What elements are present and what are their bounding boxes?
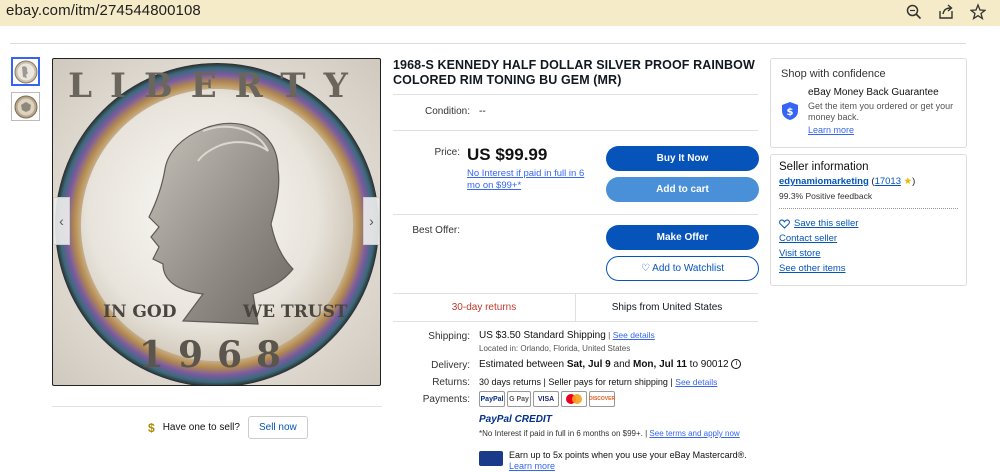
paypal-credit-logo: PayPal CREDIT (479, 414, 552, 425)
price-divider (393, 214, 758, 215)
buy-it-now-button[interactable]: Buy It Now (606, 146, 759, 171)
sell-one-area: $ Have one to sell? Sell now (148, 416, 308, 439)
condition-divider (393, 130, 758, 131)
add-to-cart-button[interactable]: Add to cart (606, 177, 759, 202)
ships-from: Ships from United States (611, 302, 723, 313)
best-offer-label: Best Offer: (412, 225, 460, 236)
money-back-description: Get the item you ordered or get your mon… (808, 101, 954, 122)
returns-summary: 30-day returns (393, 294, 576, 321)
positive-feedback: 99.3% Positive feedback (779, 191, 873, 201)
delivery-post: to 90012 (686, 359, 729, 370)
delivery-date-1: Sat, Jul 9 (566, 359, 611, 370)
info-icon[interactable]: i (731, 359, 742, 370)
returns-shipping-summary: 30-day returns Ships from United States (393, 293, 758, 322)
title-divider (393, 94, 758, 95)
delivery-pre: Estimated between (479, 359, 567, 370)
address-bar[interactable]: ebay.com/itm/274544800108 (6, 2, 201, 19)
price-value: US $99.99 (467, 145, 548, 164)
shipping-sep: | (605, 330, 613, 340)
main-product-image[interactable]: LIBERTY IN GOD WE TRUST 1968 (52, 58, 381, 386)
star-icon[interactable] (969, 3, 987, 21)
money-back-guarantee: eBay Money Back Guarantee (808, 87, 939, 98)
save-seller-link[interactable]: Save this seller (794, 218, 858, 229)
coin-right-text: WE TRUST (242, 302, 348, 322)
seller-information-panel: Seller information edynamiomarketing (17… (770, 154, 967, 286)
located-in: Located in: Orlando, Florida, United Sta… (479, 344, 631, 353)
coin-reverse-icon (14, 95, 37, 118)
shipping-label: Shipping: (428, 331, 470, 342)
delivery-value: Estimated between Sat, Jul 9 and Mon, Ju… (479, 359, 742, 370)
header-divider (10, 43, 966, 44)
condition-value: -- (479, 106, 486, 117)
chevron-right-icon: › (369, 213, 374, 229)
seller-name-row: edynamiomarketing (17013 ★) (779, 176, 915, 187)
google-pay-icon: G Pay (507, 391, 531, 407)
see-other-items-link[interactable]: See other items (779, 263, 846, 274)
add-to-watchlist-button[interactable]: ♡ Add to Watchlist (606, 256, 759, 281)
mastercard-points-text: Earn up to 5x points when you use your e… (509, 450, 747, 460)
seller-info-title: Seller information (779, 161, 869, 173)
paypal-credit-note-row: *No Interest if paid in full in 6 months… (479, 429, 740, 438)
browser-bar: ebay.com/itm/274544800108 (0, 0, 1000, 26)
ebay-mastercard-icon (479, 451, 503, 466)
image-prev-button[interactable]: ‹ (53, 197, 70, 245)
seller-close-paren: ) (912, 176, 916, 187)
make-offer-button[interactable]: Make Offer (606, 225, 759, 250)
thumbnail-reverse[interactable] (11, 92, 40, 121)
returns-details-link[interactable]: See details (675, 377, 717, 387)
visa-icon: VISA (533, 391, 559, 407)
discover-icon: DISCOVER (589, 391, 615, 407)
visit-store-link[interactable]: Visit store (779, 248, 821, 259)
coin-year-text: 1968 (139, 334, 295, 376)
feedback-score-link[interactable]: 17013 (875, 176, 901, 187)
coin-obverse-icon (14, 60, 37, 83)
returns-value: 30 days returns | Seller pays for return… (479, 377, 676, 387)
coin-left-text: IN GOD (103, 302, 177, 322)
zoom-icon[interactable] (906, 3, 922, 21)
delivery-date-2: Mon, Jul 11 (632, 359, 687, 370)
no-interest-link[interactable]: No Interest if paid in full in 6 mo on $… (467, 168, 597, 192)
shipping-value: US $3.50 Standard Shipping (479, 330, 606, 341)
price-label: Price: (434, 147, 460, 158)
svg-text:$: $ (787, 107, 794, 118)
shield-icon: $ (782, 102, 798, 120)
thumbnail-obverse[interactable] (11, 57, 40, 86)
share-icon[interactable] (938, 3, 954, 21)
dollar-icon: $ (148, 420, 155, 435)
sell-prompt: Have one to sell? (162, 422, 240, 433)
item-title: 1968-S KENNEDY HALF DOLLAR SILVER PROOF … (393, 58, 755, 87)
contact-seller-link[interactable]: Contact seller (779, 233, 837, 244)
condition-label: Condition: (424, 106, 470, 117)
paypal-icon: PayPal (479, 391, 505, 407)
payments-label: Payments: (422, 394, 470, 405)
coin-top-text: LIBERTY (68, 66, 366, 106)
save-seller-row[interactable]: Save this seller (779, 218, 858, 229)
image-next-button[interactable]: › (363, 197, 380, 245)
shipping-value-row: US $3.50 Standard Shipping | See details (479, 330, 655, 341)
returns-value-row: 30 days returns | Seller pays for return… (479, 377, 717, 387)
sell-now-button[interactable]: Sell now (247, 416, 308, 439)
seller-divider (779, 208, 958, 209)
confidence-learn-more-link[interactable]: Learn more (808, 125, 854, 135)
chevron-left-icon: ‹ (59, 213, 64, 229)
delivery-mid: and (610, 359, 633, 370)
coin-image: LIBERTY IN GOD WE TRUST 1968 (55, 63, 379, 385)
mastercard-learn-more-link[interactable]: Learn more (509, 461, 555, 471)
confidence-title: Shop with confidence (781, 68, 886, 80)
mastercard-icon: MC (561, 391, 587, 407)
credit-terms-link[interactable]: See terms and apply now (649, 429, 739, 438)
credit-note: *No Interest if paid in full in 6 months… (479, 429, 650, 438)
delivery-label: Delivery: (431, 360, 470, 371)
image-divider (52, 406, 382, 407)
browser-actions (906, 3, 987, 21)
feedback-star-icon: ★ (900, 176, 913, 187)
heart-icon (779, 218, 790, 229)
returns-label: Returns: (432, 377, 470, 388)
seller-name-link[interactable]: edynamiomarketing (779, 176, 869, 187)
shop-with-confidence-panel: Shop with confidence $ eBay Money Back G… (770, 58, 967, 148)
shipping-details-link[interactable]: See details (613, 330, 655, 340)
